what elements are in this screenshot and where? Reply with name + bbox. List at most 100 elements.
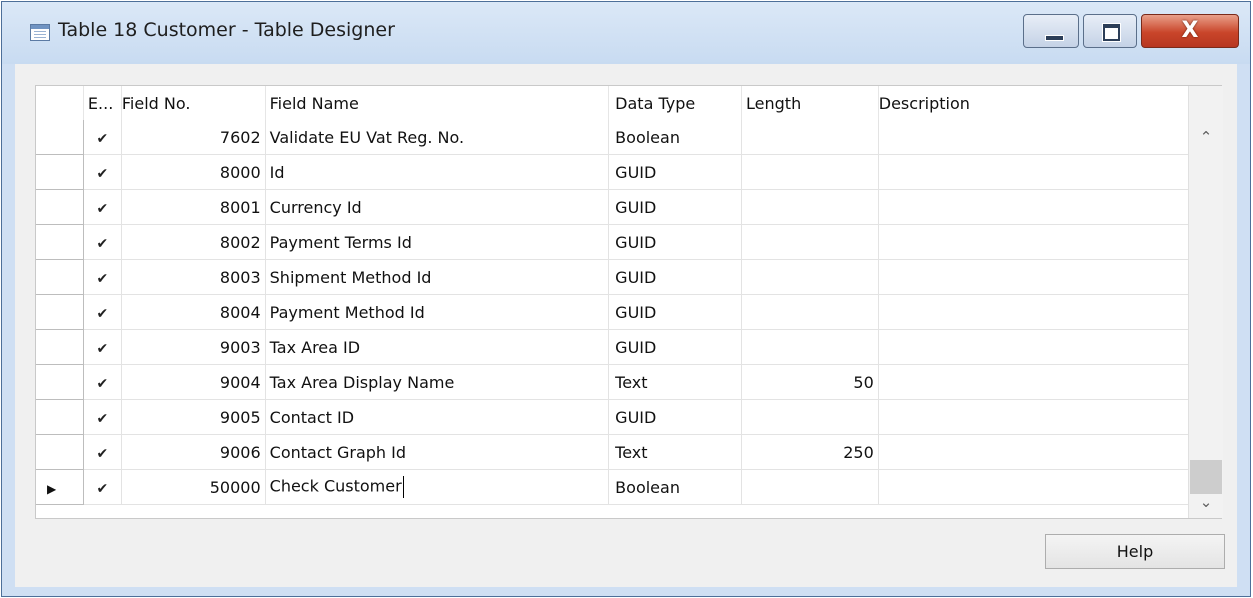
length-cell[interactable]: 250 [741, 434, 879, 470]
length-cell[interactable]: 50 [741, 364, 879, 400]
field-name-cell[interactable]: Payment Terms Id [265, 224, 610, 260]
row-selector[interactable] [36, 120, 84, 155]
field-no-cell[interactable]: 8003 [121, 259, 266, 295]
field-no-cell[interactable]: 9003 [121, 329, 266, 365]
enabled-checkbox[interactable]: ✔ [83, 329, 122, 365]
enabled-checkbox[interactable]: ✔ [83, 154, 122, 190]
length-cell[interactable] [741, 259, 879, 295]
table-row[interactable]: ✔ 8002 Payment Terms Id GUID [36, 224, 1222, 260]
maximize-button[interactable] [1083, 14, 1137, 48]
description-cell[interactable] [878, 329, 1222, 365]
field-name-cell[interactable]: Shipment Method Id [265, 259, 610, 295]
row-selector[interactable] [36, 434, 84, 470]
data-type-cell[interactable]: Text [608, 434, 743, 470]
field-name-cell[interactable]: Tax Area Display Name [265, 364, 610, 400]
field-name-cell[interactable]: Currency Id [265, 189, 610, 225]
field-no-cell[interactable]: 7602 [121, 120, 266, 155]
enabled-checkbox[interactable]: ✔ [83, 469, 122, 505]
row-selector[interactable] [36, 364, 84, 400]
field-no-cell[interactable]: 9005 [121, 399, 266, 435]
length-cell[interactable] [741, 294, 879, 330]
description-cell[interactable] [878, 154, 1222, 190]
close-button[interactable]: X [1141, 14, 1239, 48]
field-no-cell[interactable]: 9006 [121, 434, 266, 470]
column-header-description[interactable]: Description [878, 86, 1222, 120]
vertical-scrollbar[interactable]: ⌃ ⌄ [1188, 86, 1223, 518]
length-cell[interactable] [741, 154, 879, 190]
enabled-checkbox[interactable]: ✔ [83, 399, 122, 435]
field-name-cell[interactable]: Tax Area ID [265, 329, 610, 365]
help-button[interactable]: Help [1045, 534, 1225, 569]
row-selector[interactable] [36, 294, 84, 330]
row-selector[interactable] [36, 189, 84, 225]
data-type-cell[interactable]: GUID [608, 224, 743, 260]
enabled-checkbox[interactable]: ✔ [83, 434, 122, 470]
data-type-cell[interactable]: GUID [608, 259, 743, 295]
table-row[interactable]: ✔ 9005 Contact ID GUID [36, 399, 1222, 435]
row-selector[interactable] [36, 154, 84, 190]
length-cell[interactable] [741, 120, 879, 155]
column-header-data-type[interactable]: Data Type [608, 86, 743, 120]
enabled-checkbox[interactable]: ✔ [83, 224, 122, 260]
field-no-cell[interactable]: 9004 [121, 364, 266, 400]
length-cell[interactable] [741, 399, 879, 435]
field-name-cell[interactable]: Payment Method Id [265, 294, 610, 330]
field-name-cell[interactable]: Contact Graph Id [265, 434, 610, 470]
field-no-cell[interactable]: 50000 [121, 469, 266, 505]
data-type-cell[interactable]: Boolean [608, 469, 743, 505]
length-cell[interactable] [741, 469, 879, 505]
table-row[interactable]: ✔ 9003 Tax Area ID GUID [36, 329, 1222, 365]
description-cell[interactable] [878, 434, 1222, 470]
enabled-checkbox[interactable]: ✔ [83, 259, 122, 295]
description-cell[interactable] [878, 120, 1222, 155]
title-bar[interactable]: Table 18 Customer - Table Designer X [2, 2, 1250, 64]
description-cell[interactable] [878, 294, 1222, 330]
data-type-cell[interactable]: GUID [608, 399, 743, 435]
enabled-checkbox[interactable]: ✔ [83, 294, 122, 330]
data-type-cell[interactable]: Boolean [608, 120, 743, 155]
row-selector[interactable] [36, 259, 84, 295]
length-cell[interactable] [741, 329, 879, 365]
chevron-up-icon[interactable]: ⌃ [1189, 122, 1223, 152]
length-cell[interactable] [741, 189, 879, 225]
data-type-cell[interactable]: Text [608, 364, 743, 400]
table-row[interactable]: ✔ 8004 Payment Method Id GUID [36, 294, 1222, 330]
field-no-cell[interactable]: 8000 [121, 154, 266, 190]
table-row[interactable]: ✔ 9004 Tax Area Display Name Text 50 [36, 364, 1222, 400]
description-cell[interactable] [878, 189, 1222, 225]
table-row[interactable]: ✔ 8000 Id GUID [36, 154, 1222, 190]
description-cell[interactable] [878, 364, 1222, 400]
column-header-field-no[interactable]: Field No. [121, 86, 266, 120]
field-name-cell[interactable]: Validate EU Vat Reg. No. [265, 120, 610, 155]
row-selector[interactable] [36, 399, 84, 435]
column-header-field-name[interactable]: Field Name [265, 86, 610, 120]
data-type-cell[interactable]: GUID [608, 154, 743, 190]
minimize-button[interactable] [1023, 14, 1079, 48]
table-row[interactable]: ✔ 9006 Contact Graph Id Text 250 [36, 434, 1222, 470]
table-row[interactable]: ▶ ✔ 50000 Check Customer Boolean [36, 469, 1222, 505]
length-cell[interactable] [741, 224, 879, 260]
description-cell[interactable] [878, 469, 1222, 505]
field-no-cell[interactable]: 8002 [121, 224, 266, 260]
chevron-down-icon[interactable]: ⌄ [1189, 487, 1223, 517]
description-cell[interactable] [878, 224, 1222, 260]
table-row[interactable]: ✔ 8003 Shipment Method Id GUID [36, 259, 1222, 295]
field-name-cell[interactable]: Id [265, 154, 610, 190]
table-row[interactable]: ✔ 7602 Validate EU Vat Reg. No. Boolean [36, 120, 1222, 155]
data-type-cell[interactable]: GUID [608, 329, 743, 365]
field-name-cell[interactable]: Check Customer [265, 469, 610, 505]
field-no-cell[interactable]: 8001 [121, 189, 266, 225]
row-selector[interactable]: ▶ [36, 469, 84, 505]
row-selector[interactable] [36, 329, 84, 365]
description-cell[interactable] [878, 259, 1222, 295]
description-cell[interactable] [878, 399, 1222, 435]
data-type-cell[interactable]: GUID [608, 189, 743, 225]
field-name-cell[interactable]: Contact ID [265, 399, 610, 435]
enabled-checkbox[interactable]: ✔ [83, 189, 122, 225]
table-row[interactable]: ✔ 8001 Currency Id GUID [36, 189, 1222, 225]
row-selector[interactable] [36, 224, 84, 260]
column-header-enabled[interactable]: E... [83, 86, 122, 120]
enabled-checkbox[interactable]: ✔ [83, 364, 122, 400]
field-no-cell[interactable]: 8004 [121, 294, 266, 330]
column-header-length[interactable]: Length [741, 86, 879, 120]
